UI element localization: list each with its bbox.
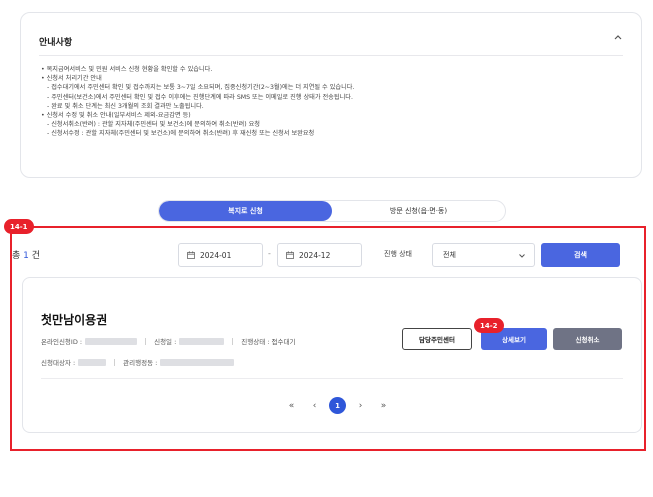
status-select-value: 전체 [443, 251, 456, 259]
total-count: 총 1 건 [12, 248, 40, 261]
notice-body: • 복지급여서비스 및 민원 서비스 신청 현황을 확인할 수 있습니다. • … [41, 65, 621, 139]
applicant-label: 신청대상자 : [41, 359, 76, 367]
meta-separator [114, 358, 116, 366]
status-select[interactable]: 전체 [432, 243, 535, 267]
notice-divider [39, 55, 623, 56]
pagination: « ‹ 1 › » [283, 397, 398, 414]
masked-online-id [85, 337, 138, 345]
annotation-badge: 14-2 [474, 318, 504, 333]
meta-separator [232, 337, 234, 345]
tab-online-application[interactable]: 복지로 신청 [159, 201, 332, 221]
total-prefix: 총 [12, 251, 24, 261]
chevron-down-icon [519, 254, 525, 258]
apply-date-label: 신청일 : [154, 338, 177, 346]
notice-panel: 안내사항 • 복지급여서비스 및 민원 서비스 신청 현황을 확인할 수 있습니… [20, 12, 642, 178]
notice-line: • 복지급여서비스 및 민원 서비스 신청 현황을 확인할 수 있습니다. [41, 66, 213, 73]
next-page-button[interactable]: › [352, 397, 369, 414]
meta-separator [145, 337, 147, 345]
notice-line: - 접수대기에서 주민센터 확인 및 접수까지는 보통 3~7일 소요되며, 집… [47, 84, 355, 92]
last-page-button[interactable]: » [375, 397, 392, 414]
status-filter-label: 진행 상태 [384, 250, 412, 258]
office-label: 관리행정동 : [123, 359, 158, 367]
annotation-badge: 14-1 [4, 219, 34, 234]
notice-line: • 신청서 처리기간 안내 [41, 75, 102, 83]
application-tabs: 복지로 신청 방문 신청(읍·면·동) [158, 200, 506, 222]
responsible-center-button[interactable]: 담당주민센터 [402, 328, 472, 350]
date-to-field[interactable]: 2024-12 [277, 243, 362, 267]
date-from-field[interactable]: 2024-01 [178, 243, 263, 267]
calendar-icon [187, 251, 195, 259]
date-from-value: 2024-01 [200, 250, 232, 260]
page-number-current[interactable]: 1 [329, 397, 346, 414]
date-separator: - [268, 249, 271, 258]
status-text: 진행상태 : 접수대기 [241, 338, 296, 346]
prev-page-button[interactable]: ‹ [306, 397, 323, 414]
masked-applicant [78, 358, 107, 366]
chevron-up-icon[interactable] [613, 32, 623, 42]
card-divider [41, 378, 623, 379]
masked-apply-date [179, 337, 225, 345]
tab-visit-application[interactable]: 방문 신청(읍·면·동) [332, 201, 505, 221]
notice-line: - 신청서취소(반려) : 관할 지자체(주민센터 및 보건소)에 문의하여 취… [47, 121, 260, 129]
calendar-icon [286, 251, 294, 259]
first-page-button[interactable]: « [283, 397, 300, 414]
notice-line: • 신청서 수정 및 취소 안내(일부서비스 제외-요금감면 등) [41, 112, 191, 120]
search-button[interactable]: 검색 [541, 243, 620, 267]
card-meta-row-1: 온라인신청ID : 신청일 : 진행상태 : 접수대기 [41, 336, 295, 346]
masked-office [160, 358, 235, 366]
online-id-label: 온라인신청ID : [41, 338, 83, 346]
service-title: 첫만남이용권 [41, 313, 108, 327]
notice-line: - 신청서수정 : 관할 지자체(주민센터 및 보건소)에 문의하여 취소(반려… [47, 130, 315, 138]
total-suffix: 건 [28, 251, 41, 261]
notice-line: - 완료 및 취소 단계는 최신 3개월의 조회 결과만 노출됩니다. [47, 102, 204, 110]
card-meta-row-2: 신청대상자 : 관리행정동 : [41, 357, 235, 367]
cancel-application-button[interactable]: 신청취소 [553, 328, 622, 350]
notice-line: - 주민센터(보건소)에서 주민센터 확인 및 접수 이후에는 진행단계에 따라… [47, 93, 353, 101]
notice-title: 안내사항 [39, 38, 73, 48]
notice-header[interactable]: 안내사항 [39, 30, 627, 48]
date-to-value: 2024-12 [299, 250, 331, 260]
